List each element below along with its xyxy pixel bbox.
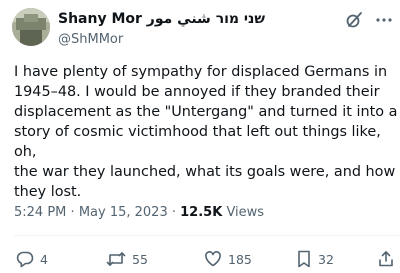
bookmark-icon xyxy=(298,250,310,268)
reply-count: 4 xyxy=(40,251,48,267)
meta-separator: · xyxy=(171,205,176,220)
views-label: Views xyxy=(226,205,265,220)
display-name[interactable]: Shany Mor שני מור شني مور xyxy=(58,10,265,28)
tweet-time[interactable]: 5:24 PM xyxy=(14,205,66,220)
tweet-text: I have plenty of sympathy for displaced … xyxy=(14,64,398,200)
divider xyxy=(14,235,400,236)
share-button[interactable] xyxy=(378,249,394,269)
meta-separator: · xyxy=(70,205,75,220)
heart-icon xyxy=(205,251,221,267)
bookmark-count: 32 xyxy=(318,251,334,267)
action-bar: 4 55 185 32 xyxy=(16,249,400,271)
user-handle[interactable]: @ShMMor xyxy=(58,31,123,48)
repost-count: 55 xyxy=(132,251,148,267)
like-count: 185 xyxy=(228,251,252,267)
share-icon xyxy=(379,251,393,267)
reply-button[interactable]: 4 xyxy=(16,249,48,269)
avatar[interactable] xyxy=(12,8,50,46)
repost-icon xyxy=(106,252,126,266)
tweet-date[interactable]: May 15, 2023 xyxy=(79,205,168,220)
grok-icon[interactable] xyxy=(344,10,364,30)
views-count: 12.5K xyxy=(180,205,223,220)
reply-icon xyxy=(16,251,34,268)
like-button[interactable]: 185 xyxy=(204,249,252,269)
tweet: Shany Mor שני מור شني مور @ShMMor I have… xyxy=(0,0,400,273)
avatar-image xyxy=(12,8,50,46)
header-icons xyxy=(344,10,394,30)
repost-button[interactable]: 55 xyxy=(106,249,148,269)
more-icon[interactable] xyxy=(374,10,394,30)
tweet-meta: 5:24 PM · May 15, 2023 · 12.5K Views xyxy=(14,204,264,222)
bookmark-button[interactable]: 32 xyxy=(296,249,334,269)
